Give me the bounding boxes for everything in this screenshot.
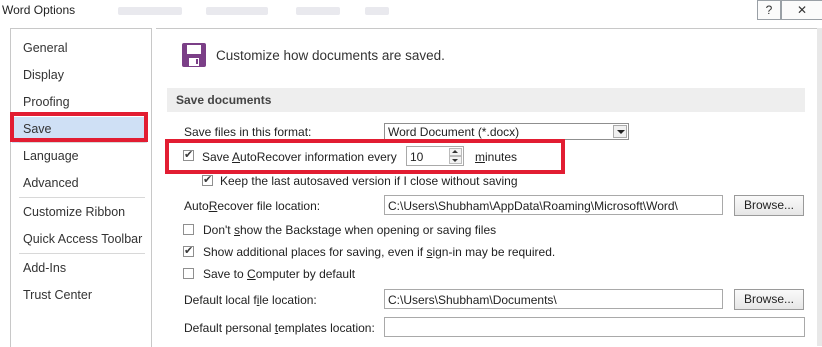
label-part: how the Backstage when opening or saving…: [239, 223, 497, 237]
close-icon: ✕: [796, 3, 808, 17]
nav-item-quick-access-toolbar[interactable]: Quick Access Toolbar: [23, 232, 142, 246]
save-to-computer-checkbox[interactable]: [183, 268, 194, 279]
show-additional-places-label: Show additional places for saving, even …: [203, 245, 555, 259]
nav-item-language[interactable]: Language: [23, 149, 79, 163]
personal-templates-location-field[interactable]: [384, 317, 805, 337]
ribbon-ghost-3: [296, 7, 340, 15]
save-to-computer-label: Save to Computer by default: [203, 267, 355, 281]
window-title: Word Options: [2, 3, 76, 17]
nav-item-customize-ribbon[interactable]: Customize Ribbon: [23, 205, 125, 219]
default-local-location-label: Default local file location:: [184, 293, 317, 307]
dont-show-backstage-label: Don't show the Backstage when opening or…: [203, 223, 496, 237]
label-accel: C: [247, 267, 256, 281]
format-label: Save files in this format:: [184, 125, 312, 139]
label-part: Default personal: [184, 321, 275, 335]
show-additional-places-checkbox[interactable]: [183, 244, 194, 257]
options-nav: General Display Proofing Save Language A…: [10, 28, 152, 347]
nav-separator: [19, 142, 145, 143]
keep-last-autosaved-checkbox[interactable]: [202, 173, 213, 186]
nav-separator: [19, 197, 145, 198]
nav-item-display[interactable]: Display: [23, 68, 64, 82]
ribbon-ghost-1: [118, 7, 182, 15]
label-part: omputer by default: [255, 267, 356, 281]
label-part: Show additional places for saving, even …: [203, 245, 427, 259]
label-part: Auto: [184, 199, 209, 213]
ribbon-ghost-2: [206, 7, 268, 15]
autorecover-location-label: AutoRecover file location:: [184, 199, 320, 213]
keep-last-autosaved-label: Keep the last autosaved version if I clo…: [220, 174, 518, 188]
label-part: le location:: [259, 293, 317, 307]
close-button[interactable]: ✕: [781, 0, 822, 20]
help-icon: ?: [765, 3, 773, 17]
dont-show-backstage-checkbox[interactable]: [183, 224, 194, 235]
label-part: ecover file location:: [217, 199, 321, 213]
ribbon-ghost-4: [365, 7, 389, 15]
highlight-box-save: [10, 112, 148, 142]
format-select[interactable]: Word Document (*.docx): [384, 123, 629, 140]
section-title: Save documents: [176, 93, 272, 107]
label-part: ign-in may be required.: [432, 245, 556, 259]
nav-item-trust-center[interactable]: Trust Center: [23, 288, 92, 302]
autorecover-location-value: C:\Users\Shubham\AppData\Roaming\Microso…: [388, 199, 678, 213]
scrollbar[interactable]: [817, 28, 822, 346]
nav-item-general[interactable]: General: [23, 41, 67, 55]
autorecover-location-field[interactable]: C:\Users\Shubham\AppData\Roaming\Microso…: [384, 195, 723, 215]
chevron-down-icon[interactable]: [613, 125, 627, 138]
page-title: Customize how documents are saved.: [216, 48, 445, 63]
browse-autorecover-button[interactable]: Browse...: [734, 195, 804, 216]
browse-default-local-button[interactable]: Browse...: [734, 289, 804, 310]
highlight-box-autorecover: [165, 139, 565, 174]
format-select-value: Word Document (*.docx): [388, 125, 520, 139]
label-part: Save to: [203, 267, 248, 281]
personal-templates-location-label: Default personal templates location:: [184, 321, 375, 335]
default-local-location-value: C:\Users\Shubham\Documents\: [388, 293, 557, 307]
nav-separator: [19, 253, 145, 254]
nav-item-advanced[interactable]: Advanced: [23, 176, 79, 190]
label-part: emplates location:: [278, 321, 375, 335]
default-local-location-field[interactable]: C:\Users\Shubham\Documents\: [384, 289, 723, 309]
title-bar: Word Options ? ✕: [0, 0, 822, 22]
label-part: Don't: [203, 223, 234, 237]
help-button[interactable]: ?: [757, 0, 781, 20]
nav-item-proofing[interactable]: Proofing: [23, 95, 70, 109]
label-part: Default local f: [184, 293, 257, 307]
nav-item-add-ins[interactable]: Add-Ins: [23, 261, 66, 275]
floppy-disk-icon: [182, 43, 206, 67]
